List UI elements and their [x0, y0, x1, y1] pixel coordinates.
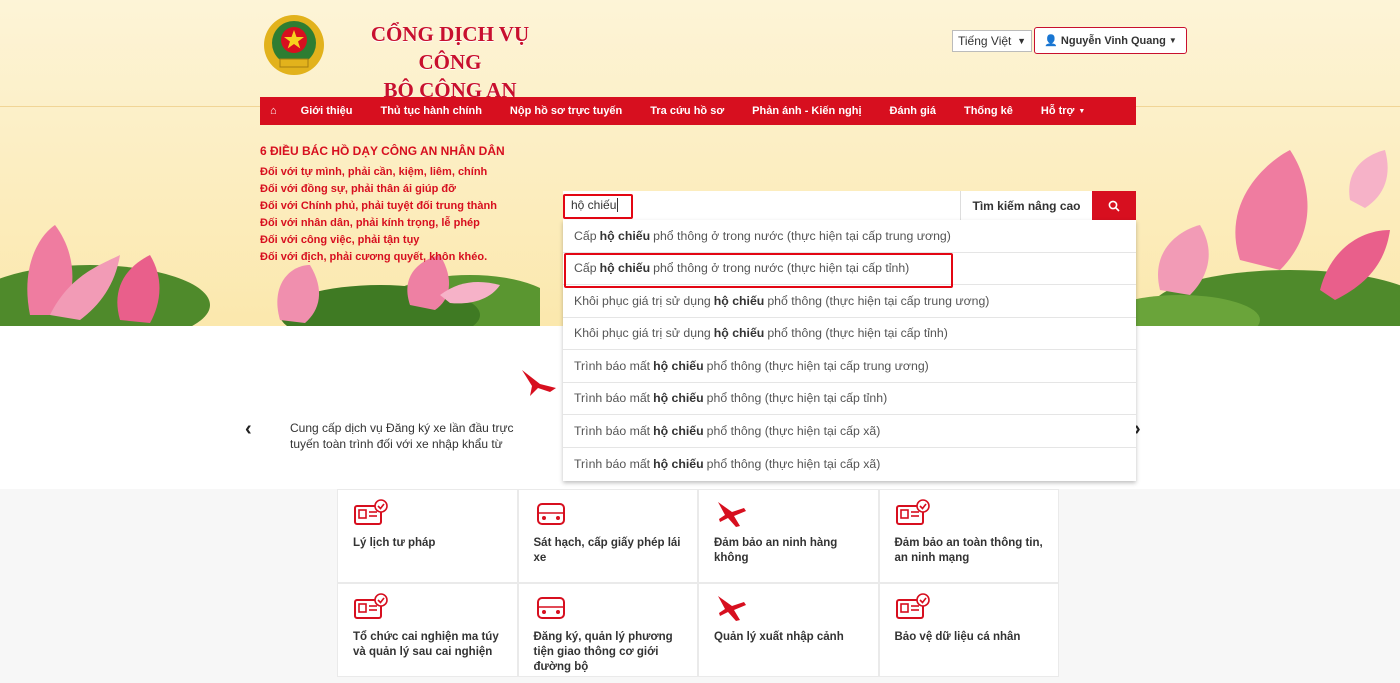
suggestion-keyword: hộ chiếu	[653, 456, 704, 471]
id-card-icon	[895, 499, 930, 525]
motto-line: Đối với nhân dân, phải kính trọng, lễ ph…	[260, 217, 480, 229]
language-select-value: Tiếng Việt	[958, 34, 1012, 48]
nav-home[interactable]: ⌂	[260, 97, 287, 125]
service-title: Đăng ký, quản lý phương tiện giao thông …	[533, 631, 673, 673]
main-nav: ⌂ Giới thiệu Thủ tục hành chính Nộp hồ s…	[260, 97, 1136, 125]
nav-item-gioi-thieu[interactable]: Giới thiệu	[287, 97, 367, 125]
suggestion-prefix: Trình báo mất	[574, 423, 651, 438]
service-title: Lý lịch tư pháp	[353, 537, 436, 549]
id-card-icon	[354, 499, 388, 525]
motto-line: Đối với Chính phủ, phải tuyệt đối trung …	[260, 200, 497, 212]
advanced-search-button[interactable]: Tìm kiếm nâng cao	[960, 191, 1092, 221]
ministry-logo-icon	[264, 15, 324, 75]
suggestion-suffix: phổ thông (thực hiện tại cấp xã)	[706, 423, 881, 438]
suggestion-suffix: phổ thông (thực hiện tại cấp tỉnh)	[767, 326, 948, 341]
motto-block: 6 ĐIỀU BÁC HỒ DẠY CÔNG AN NHÂN DÂN Đối v…	[260, 144, 505, 266]
suggestion-prefix: Khôi phục giá trị sử dụng	[574, 326, 711, 341]
nav-item-ho-tro[interactable]: Hỗ trợ ▼	[1027, 97, 1099, 125]
site-title: CỔNG DỊCH VỤ CÔNG BỘ CÔNG AN	[340, 20, 560, 104]
suggestion-item-selected[interactable]: Cấp hộ chiếu phổ thông ở trong nước (thực …	[563, 252, 1136, 287]
suggestion-item[interactable]: Khôi phục giá trị sử dụng hộ chiếu phổ thô…	[563, 318, 1136, 350]
caret-down-icon: ▼	[1168, 36, 1177, 45]
search-bar: hộ chiếu Tìm kiếm nâng cao	[563, 191, 1136, 221]
service-tile-ly-lich-tu-phap[interactable]: Lý lịch tư pháp	[337, 489, 518, 583]
motto-line: Đối với công việc, phải tận tụy	[260, 234, 420, 246]
service-tile-xuat-nhap-canh[interactable]: Quản lý xuất nhập cảnh	[698, 583, 879, 677]
motto-line: Đối với tự mình, phải cần, kiệm, liêm, c…	[260, 166, 488, 178]
suggestion-keyword: hộ chiếu	[599, 261, 651, 276]
slider-prev-arrow-icon[interactable]: ‹	[245, 418, 252, 441]
suggestion-prefix: Trình báo mất	[574, 391, 651, 406]
service-grid: Lý lịch tư pháp Sát hạch, cấp giấy phép …	[337, 489, 1059, 677]
home-icon: ⌂	[270, 105, 277, 117]
suggestion-item[interactable]: Cấp hộ chiếu phổ thông ở trong nước (thực …	[563, 220, 1136, 253]
service-title: Tổ chức cai nghiện ma túy và quản lý sau…	[353, 631, 499, 658]
suggestion-keyword: hộ chiếu	[653, 358, 704, 373]
car-icon	[536, 503, 565, 525]
nav-item-nop-ho-so[interactable]: Nộp hồ sơ trực tuyến	[496, 97, 636, 125]
suggestion-keyword: hộ chiếu	[713, 293, 765, 308]
suggestion-prefix: Cấp	[574, 261, 597, 276]
search-button[interactable]	[1092, 191, 1136, 221]
id-card-icon	[354, 593, 388, 619]
suggestion-keyword: hộ chiếu	[713, 326, 765, 341]
airplane-decoration-icon	[522, 370, 556, 396]
nav-item-thu-tuc[interactable]: Thủ tục hành chính	[366, 97, 495, 125]
search-suggestions: Cấp hộ chiếu phổ thông ở trong nước (thực …	[563, 220, 1136, 481]
service-title: Bảo vệ dữ liệu cá nhân	[894, 631, 1021, 643]
airplane-icon	[718, 502, 746, 527]
service-tile-an-ninh-hang-khong[interactable]: Đảm bảo an ninh hàng không	[698, 489, 879, 583]
search-icon	[1108, 200, 1120, 212]
user-name: Nguyễn Vinh Quang	[1060, 34, 1166, 47]
suggestion-prefix: Cấp	[574, 228, 597, 243]
service-title: Đảm bảo an toàn thông tin, an ninh mạng	[894, 537, 1043, 564]
service-title: Đảm bảo an ninh hàng không	[714, 537, 838, 564]
user-icon: 👤	[1044, 35, 1058, 47]
site-title-line1: CỔNG DỊCH VỤ CÔNG	[370, 22, 530, 74]
suggestion-item[interactable]: Khôi phục giá trị sử dụng hộ chiếu phổ thô…	[563, 285, 1136, 318]
suggestion-item[interactable]: Trình báo mất hộ chiếu phổ thông (thực hiệ…	[563, 415, 1136, 448]
suggestion-keyword: hộ chiếu	[653, 423, 704, 438]
suggestion-prefix: Trình báo mất	[574, 456, 651, 471]
suggestion-suffix: phổ thông ở trong nước (thực hiện tại cấ…	[653, 228, 951, 243]
nav-item-ho-tro-label: Hỗ trợ	[1040, 105, 1075, 117]
motto-line: Đối với đồng sự, phải thân ái giúp đỡ	[260, 183, 456, 195]
suggestion-keyword: hộ chiếu	[653, 391, 704, 406]
service-tile-sat-hach[interactable]: Sát hạch, cấp giấy phép lái xe	[517, 489, 698, 583]
language-select[interactable]: Tiếng Việt ▼	[952, 30, 1032, 52]
nav-item-danh-gia[interactable]: Đánh giá	[876, 97, 950, 125]
suggestion-item[interactable]: Trình báo mất hộ chiếu phổ thông (thực hiệ…	[563, 383, 1136, 415]
service-tile-dang-ky-phuong-tien[interactable]: Đăng ký, quản lý phương tiện giao thông …	[517, 583, 698, 677]
service-title: Quản lý xuất nhập cảnh	[714, 631, 844, 643]
motto-heading: 6 ĐIỀU BÁC HỒ DẠY CÔNG AN NHÂN DÂN	[260, 144, 505, 158]
slider-text[interactable]: Cung cấp dịch vụ Đăng ký xe lần đầu trực…	[290, 420, 530, 452]
id-card-icon	[895, 593, 930, 619]
suggestion-suffix: phổ thông (thực hiện tại cấp trung ương)	[706, 358, 929, 373]
service-tile-bao-ve-du-lieu[interactable]: Bảo vệ dữ liệu cá nhân	[878, 583, 1059, 677]
suggestion-item[interactable]: Trình báo mất hộ chiếu phổ thông (thực hiệ…	[563, 350, 1136, 383]
car-icon	[536, 597, 565, 619]
suggestion-suffix: phổ thông (thực hiện tại cấp tỉnh)	[706, 391, 888, 406]
lotus-decoration-right-icon	[1120, 150, 1400, 326]
nav-item-tra-cuu[interactable]: Tra cứu hồ sơ	[636, 97, 738, 125]
suggestion-keyword: hộ chiếu	[599, 228, 651, 243]
caret-down-icon: ▼	[1078, 107, 1086, 115]
search-input[interactable]: hộ chiếu	[563, 191, 960, 221]
service-tile-an-toan-thong-tin[interactable]: Đảm bảo an toàn thông tin, an ninh mạng	[878, 489, 1059, 583]
suggestion-prefix: Khôi phục giá trị sử dụng	[574, 293, 711, 308]
suggestion-item[interactable]: Trình báo mất hộ chiếu phổ thông (thực hiệ…	[563, 448, 1136, 481]
nav-item-phan-anh[interactable]: Phản ánh - Kiến nghị	[738, 97, 875, 125]
service-tile-cai-nghien[interactable]: Tổ chức cai nghiện ma túy và quản lý sau…	[337, 583, 518, 677]
chevron-down-icon: ▼	[1017, 36, 1026, 46]
user-menu-button[interactable]: 👤 Nguyễn Vinh Quang ▼	[1034, 27, 1187, 54]
suggestion-suffix: phổ thông (thực hiện tại cấp xã)	[706, 456, 881, 471]
nav-item-thong-ke[interactable]: Thống kê	[950, 97, 1027, 125]
service-title: Sát hạch, cấp giấy phép lái xe	[533, 537, 681, 564]
airplane-icon	[718, 596, 746, 621]
suggestion-suffix: phổ thông ở trong nước (thực hiện tại cấ…	[653, 261, 910, 276]
motto-line: Đối với địch, phải cương quyết, khôn khé…	[260, 251, 488, 263]
suggestion-prefix: Trình báo mất	[574, 358, 651, 373]
suggestion-suffix: phổ thông (thực hiện tại cấp trung ương)	[767, 293, 990, 308]
search-input-highlight	[563, 194, 633, 219]
